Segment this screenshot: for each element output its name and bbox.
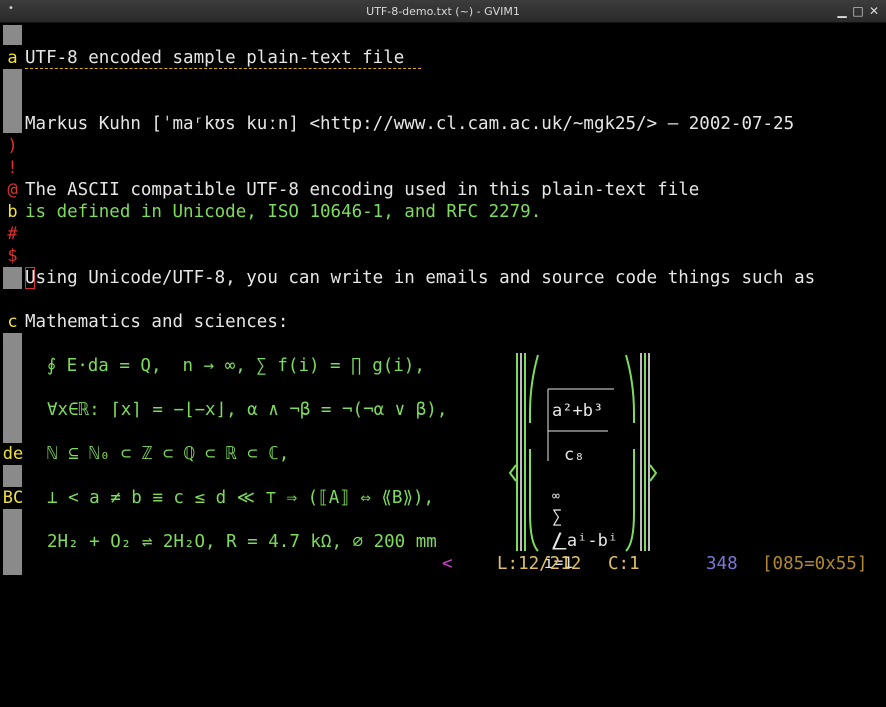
gutter-mark: $ bbox=[7, 246, 18, 266]
text-line-using[interactable]: Using Unicode/UTF-8, you can write in em… bbox=[25, 267, 815, 289]
minimize-icon[interactable]: ▁ bbox=[834, 3, 850, 19]
text-line-math2[interactable]: ∀x∈ℝ: ⌈x⌉ = −⌊−x⌋, α ∧ ¬β = ¬(¬α ∨ β), bbox=[47, 399, 447, 421]
matrix-denominator: c₈ bbox=[564, 445, 585, 465]
gutter-mark: ! bbox=[7, 158, 18, 178]
fold-marker[interactable] bbox=[3, 465, 22, 487]
gutter-mark: de bbox=[2, 444, 24, 464]
gutter-mark: # bbox=[7, 224, 18, 244]
text-line-ascii2[interactable]: is defined in Unicode, ISO 10646-1, and … bbox=[25, 201, 541, 223]
gutter-mark: ) bbox=[7, 136, 18, 156]
text-line-math4[interactable]: ⊥ < a ≠ b ≡ c ≤ d ≪ ⊤ ⇒ (⟦A⟧ ⇔ ⟪B⟫), bbox=[47, 487, 434, 509]
gutter-mark: a bbox=[3, 47, 22, 69]
status-count: 348 bbox=[706, 554, 738, 574]
matrix-numerator: a²+b³ bbox=[552, 401, 604, 421]
text-line-title[interactable]: UTF-8 encoded sample plain-text file bbox=[25, 47, 404, 69]
title-underline bbox=[25, 68, 421, 69]
status-char-code: [085=0x55] bbox=[762, 554, 868, 574]
gutter-mark: b bbox=[7, 202, 18, 222]
matrix-sum-top: ∞ bbox=[552, 489, 560, 504]
editor-area[interactable]: a ) ! @ b # $ c de BC UTF-8 encoded samp… bbox=[0, 23, 886, 582]
text-line-math-heading[interactable]: Mathematics and sciences: bbox=[25, 311, 288, 333]
window-titlebar: • UTF-8-demo.txt (~) - GVIM1 ▁ □ ✕ bbox=[0, 0, 886, 23]
close-icon[interactable]: ✕ bbox=[866, 3, 882, 19]
status-line: < L:12/212 C:1 348 [085=0x55] bbox=[0, 553, 886, 575]
text-line-math5[interactable]: 2H₂ + O₂ ⇌ 2H₂O, R = 4.7 kΩ, ⌀ 200 mm bbox=[47, 531, 437, 553]
window-title: UTF-8-demo.txt (~) - GVIM1 bbox=[366, 5, 520, 18]
matrix-sum-sign: ∑ bbox=[552, 507, 563, 527]
gutter-mark: BC bbox=[2, 488, 24, 508]
status-line-number: L:12/212 bbox=[497, 554, 582, 574]
text-line-author[interactable]: Markus Kuhn [ˈmaʳkʊs kuːn] <http://www.c… bbox=[25, 113, 794, 135]
text-line-math3[interactable]: ℕ ⊆ ℕ₀ ⊂ ℤ ⊂ ℚ ⊂ ℝ ⊂ ℂ, bbox=[47, 443, 289, 465]
status-column: C:1 bbox=[608, 554, 640, 574]
fold-marker[interactable] bbox=[3, 69, 22, 133]
gutter-mark: c bbox=[7, 312, 18, 332]
text-line-ascii1[interactable]: The ASCII compatible UTF-8 encoding used… bbox=[25, 179, 699, 201]
fold-marker[interactable] bbox=[3, 25, 22, 45]
status-arrow: < bbox=[442, 554, 453, 574]
text-line-math1[interactable]: ∮ E⋅da = Q, n → ∞, ∑ f(i) = ∏ g(i), bbox=[47, 355, 425, 377]
fold-marker[interactable] bbox=[3, 267, 22, 289]
gutter-mark: @ bbox=[7, 180, 18, 200]
maximize-icon[interactable]: □ bbox=[850, 3, 866, 19]
matrix-formula-art: a²+b³ c₈ ∞ ∑ ⎳aⁱ-bⁱ i=1 bbox=[508, 353, 658, 572]
fold-marker[interactable] bbox=[3, 333, 22, 443]
matrix-sum-body: ⎳aⁱ-bⁱ bbox=[552, 531, 619, 551]
